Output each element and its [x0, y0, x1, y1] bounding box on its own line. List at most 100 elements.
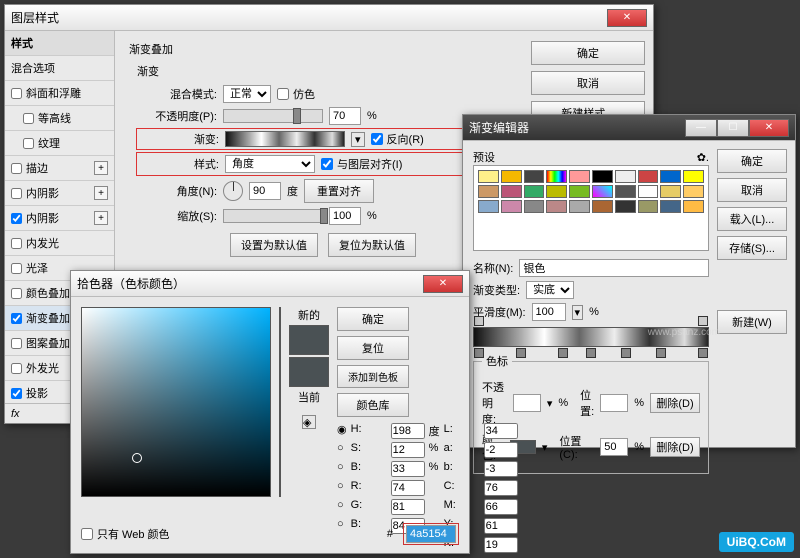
l-input[interactable]	[484, 423, 518, 439]
gradient-swatch[interactable]	[524, 200, 545, 213]
smooth-dropdown[interactable]: ▾	[572, 305, 584, 320]
gradient-swatch[interactable]	[683, 185, 704, 198]
gradient-swatch[interactable]	[683, 200, 704, 213]
style-checkbox[interactable]	[11, 338, 22, 349]
gradient-swatch[interactable]	[546, 185, 567, 198]
reset-align-button[interactable]: 重置对齐	[304, 179, 374, 203]
style-checkbox[interactable]	[11, 188, 22, 199]
k-input[interactable]	[484, 537, 518, 553]
gradient-swatch[interactable]	[660, 185, 681, 198]
style-checkbox[interactable]	[23, 138, 34, 149]
color-field[interactable]	[81, 307, 271, 497]
reverse-checkbox[interactable]	[371, 133, 383, 145]
set-default-button[interactable]: 设置为默认值	[230, 233, 318, 257]
style-checkbox[interactable]	[11, 388, 22, 399]
close-button[interactable]: ✕	[607, 9, 647, 27]
gradient-swatch[interactable]	[569, 170, 590, 183]
new-button[interactable]: 新建(W)	[717, 310, 787, 334]
gradient-swatch[interactable]	[615, 170, 636, 183]
y-input[interactable]	[484, 518, 518, 534]
style-item[interactable]: 内阴影+	[5, 206, 114, 231]
a-input[interactable]	[484, 442, 518, 458]
cancel-button[interactable]: 取消	[717, 178, 787, 202]
gradient-swatch[interactable]	[660, 170, 681, 183]
style-checkbox[interactable]	[11, 88, 22, 99]
c-input[interactable]	[484, 480, 518, 496]
style-item[interactable]: 纹理	[5, 131, 114, 156]
gradient-swatch[interactable]	[592, 170, 613, 183]
opacity-slider[interactable]	[223, 109, 323, 123]
gradient-swatch[interactable]	[524, 185, 545, 198]
gear-icon[interactable]: ✿.	[697, 151, 709, 164]
style-checkbox[interactable]	[11, 363, 22, 374]
gradient-preview[interactable]	[225, 131, 345, 147]
gradient-swatch[interactable]	[524, 170, 545, 183]
style-checkbox[interactable]	[11, 163, 22, 174]
style-checkbox[interactable]	[11, 238, 22, 249]
save-button[interactable]: 存储(S)...	[717, 236, 787, 260]
hex-input[interactable]	[406, 525, 456, 543]
reset-default-button[interactable]: 复位为默认值	[328, 233, 416, 257]
blend-options-header[interactable]: 混合选项	[5, 56, 114, 81]
b2-input[interactable]	[484, 461, 518, 477]
gradient-swatch[interactable]	[592, 200, 613, 213]
color-picker-titlebar[interactable]: 拾色器（色标颜色） ✕	[71, 271, 469, 297]
name-input[interactable]	[519, 259, 709, 277]
gradient-swatch[interactable]	[615, 185, 636, 198]
gradient-swatch[interactable]	[592, 185, 613, 198]
gradient-swatch[interactable]	[638, 200, 659, 213]
hue-slider[interactable]	[279, 307, 281, 497]
cube-icon[interactable]: ◈	[302, 415, 316, 429]
style-checkbox[interactable]	[11, 213, 22, 224]
gradient-swatch[interactable]	[501, 170, 522, 183]
style-item[interactable]: 描边+	[5, 156, 114, 181]
plus-icon[interactable]: +	[94, 186, 108, 200]
ok-button[interactable]: 确定	[717, 149, 787, 173]
style-item[interactable]: 内发光	[5, 231, 114, 256]
style-checkbox[interactable]	[23, 113, 34, 124]
g-input[interactable]	[391, 499, 425, 515]
delete-opacity-button[interactable]: 删除(D)	[650, 393, 700, 413]
b-input[interactable]	[391, 461, 425, 477]
align-checkbox[interactable]	[321, 158, 333, 170]
gradient-editor-titlebar[interactable]: 渐变编辑器 — ☐ ✕	[463, 115, 795, 141]
gradient-swatch[interactable]	[501, 185, 522, 198]
close-button[interactable]: ✕	[749, 119, 789, 137]
gradient-swatch[interactable]	[638, 185, 659, 198]
close-button[interactable]: ✕	[423, 275, 463, 293]
gradient-swatch[interactable]	[569, 200, 590, 213]
s-input[interactable]	[391, 442, 425, 458]
add-swatch-button[interactable]: 添加到色板	[337, 365, 409, 388]
maximize-button[interactable]: ☐	[717, 119, 749, 137]
dither-checkbox[interactable]	[277, 88, 289, 100]
smooth-input[interactable]	[532, 303, 566, 321]
angle-input[interactable]	[249, 182, 281, 200]
gradient-swatch[interactable]	[478, 170, 499, 183]
gradient-swatch[interactable]	[660, 200, 681, 213]
scale-slider[interactable]	[223, 209, 323, 223]
style-checkbox[interactable]	[11, 288, 22, 299]
style-checkbox[interactable]	[11, 313, 22, 324]
color-lib-button[interactable]: 颜色库	[337, 393, 409, 417]
scale-input[interactable]	[329, 207, 361, 225]
gradient-swatch[interactable]	[546, 170, 567, 183]
ok-button[interactable]: 确定	[337, 307, 409, 331]
r-input[interactable]	[391, 480, 425, 496]
gradient-swatch[interactable]	[638, 170, 659, 183]
gradient-swatch[interactable]	[615, 200, 636, 213]
style-select[interactable]: 角度	[225, 155, 315, 173]
web-only-checkbox[interactable]	[81, 528, 93, 540]
angle-dial[interactable]	[223, 181, 243, 201]
stop-position2-input[interactable]	[600, 438, 628, 456]
minimize-button[interactable]: —	[685, 119, 717, 137]
gradient-swatch[interactable]	[683, 170, 704, 183]
style-checkbox[interactable]	[11, 263, 22, 274]
h-input[interactable]	[391, 423, 425, 439]
style-item[interactable]: 斜面和浮雕	[5, 81, 114, 106]
gradient-swatch[interactable]	[478, 185, 499, 198]
plus-icon[interactable]: +	[94, 161, 108, 175]
layer-style-titlebar[interactable]: 图层样式 ✕	[5, 5, 653, 31]
gradient-swatch[interactable]	[546, 200, 567, 213]
gradient-dropdown[interactable]: ▾	[351, 132, 365, 147]
m-input[interactable]	[484, 499, 518, 515]
